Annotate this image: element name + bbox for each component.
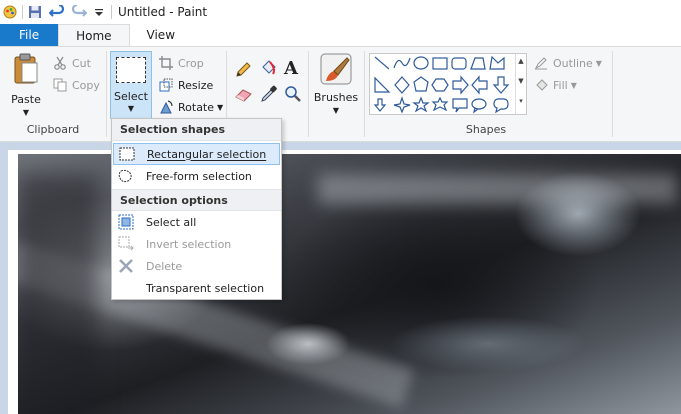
- select-button[interactable]: Select ▼: [110, 51, 152, 119]
- crop-icon: [158, 55, 174, 71]
- magnifier-icon[interactable]: [284, 85, 302, 103]
- brush-icon: [320, 53, 352, 85]
- chevron-down-icon: ▼: [595, 58, 602, 68]
- select-dropdown-menu: Selection shapes Rectangular selection F…: [111, 118, 282, 300]
- scissors-icon: [52, 55, 68, 71]
- group-separator: [308, 51, 309, 137]
- selection-shapes-header: Selection shapes: [112, 119, 281, 141]
- chevron-down-icon: ▼: [127, 104, 135, 113]
- window-title: Untitled - Paint: [118, 5, 208, 19]
- outline-icon: [533, 55, 549, 71]
- delete-selection-item[interactable]: Delete: [112, 255, 281, 277]
- redo-icon[interactable]: [71, 4, 87, 20]
- transparent-selection-icon: [117, 279, 135, 297]
- brushes-label: Brushes: [313, 91, 359, 104]
- customize-toolbar-icon[interactable]: [91, 4, 107, 20]
- copy-button[interactable]: Copy: [52, 77, 100, 93]
- fill-bucket-icon[interactable]: [258, 59, 278, 79]
- crop-label: Crop: [178, 56, 204, 70]
- image-highlight: [318, 174, 678, 204]
- paste-label: Paste: [11, 93, 41, 106]
- shapes-gallery: ▲ ▼ ▾: [369, 53, 527, 115]
- invert-selection-label: Invert selection: [146, 237, 232, 251]
- resize-label: Resize: [178, 78, 214, 92]
- delete-label: Delete: [146, 259, 183, 273]
- resize-button[interactable]: Resize: [158, 77, 213, 93]
- chevron-down-icon: ▼: [217, 102, 224, 112]
- canvas-workspace: [0, 142, 681, 414]
- group-separator: [612, 51, 613, 137]
- undo-icon[interactable]: [49, 4, 65, 20]
- rectangle-selection-icon: [118, 145, 136, 163]
- invert-selection-icon: [117, 235, 135, 253]
- paste-button[interactable]: Paste ▼: [6, 53, 46, 117]
- select-all-item[interactable]: Select all: [112, 211, 281, 233]
- transparent-selection-label: Transparent selection: [146, 281, 265, 295]
- chevron-down-icon: ▼: [332, 106, 340, 115]
- tab-home[interactable]: Home: [58, 24, 130, 46]
- select-all-label: Select all: [146, 215, 197, 229]
- copy-icon: [52, 77, 68, 93]
- canvas-paper[interactable]: [8, 150, 681, 414]
- quick-access-separator: [22, 5, 23, 19]
- clipboard-group-label: Clipboard: [26, 123, 80, 136]
- chevron-down-icon: ▼: [570, 80, 577, 90]
- fill-button[interactable]: Fill ▼: [533, 77, 577, 93]
- paint-app-icon[interactable]: [2, 4, 18, 20]
- outline-label: Outline: [553, 56, 593, 70]
- group-separator: [364, 51, 365, 137]
- cut-button[interactable]: Cut: [52, 55, 91, 71]
- ribbon: Paste ▼ Cut Copy Clipboard Select ▼ Crop…: [0, 46, 681, 142]
- rectangular-selection-label: Rectangular selection: [147, 147, 267, 161]
- copy-label: Copy: [72, 78, 100, 92]
- text-icon[interactable]: A: [284, 59, 302, 79]
- shapes-gallery-icons[interactable]: [372, 54, 518, 114]
- rotate-label: Rotate: [178, 100, 215, 114]
- resize-icon: [158, 77, 174, 93]
- shapes-scroll[interactable]: ▲ ▼ ▾: [515, 54, 526, 114]
- select-all-icon: [117, 213, 135, 231]
- ribbon-tabs: File Home View: [0, 24, 681, 46]
- title-bar: Untitled - Paint: [0, 0, 681, 24]
- rotate-button[interactable]: Rotate ▼: [158, 99, 223, 115]
- tab-file[interactable]: File: [0, 24, 59, 46]
- save-icon[interactable]: [27, 4, 43, 20]
- fill-icon: [533, 77, 549, 93]
- title-separator: [111, 5, 112, 19]
- pencil-icon[interactable]: [234, 61, 252, 79]
- select-label: Select: [114, 90, 148, 103]
- shapes-group-label: Shapes: [465, 123, 507, 136]
- fill-label: Fill: [553, 78, 568, 92]
- freeform-selection-icon: [117, 167, 135, 185]
- delete-x-icon: [117, 257, 135, 275]
- crop-button[interactable]: Crop: [158, 55, 204, 71]
- group-separator: [106, 51, 107, 137]
- freeform-selection-item[interactable]: Free-form selection: [112, 165, 281, 187]
- rotate-icon: [158, 99, 174, 115]
- image-shadow: [18, 174, 98, 414]
- brushes-button[interactable]: Brushes ▼: [313, 53, 359, 117]
- tab-view[interactable]: View: [130, 24, 192, 46]
- color-picker-icon[interactable]: [260, 85, 278, 103]
- chevron-down-icon: ▼: [22, 108, 30, 117]
- selection-options-header: Selection options: [112, 189, 281, 211]
- eraser-icon[interactable]: [234, 85, 254, 103]
- paste-icon: [13, 53, 39, 85]
- invert-selection-item[interactable]: Invert selection: [112, 233, 281, 255]
- outline-button[interactable]: Outline ▼: [533, 55, 602, 71]
- cut-label: Cut: [72, 56, 91, 70]
- selection-rectangle-icon: [116, 57, 146, 83]
- rectangular-selection-item[interactable]: Rectangular selection: [113, 143, 280, 165]
- transparent-selection-item[interactable]: Transparent selection: [112, 277, 281, 299]
- freeform-selection-label: Free-form selection: [146, 169, 252, 183]
